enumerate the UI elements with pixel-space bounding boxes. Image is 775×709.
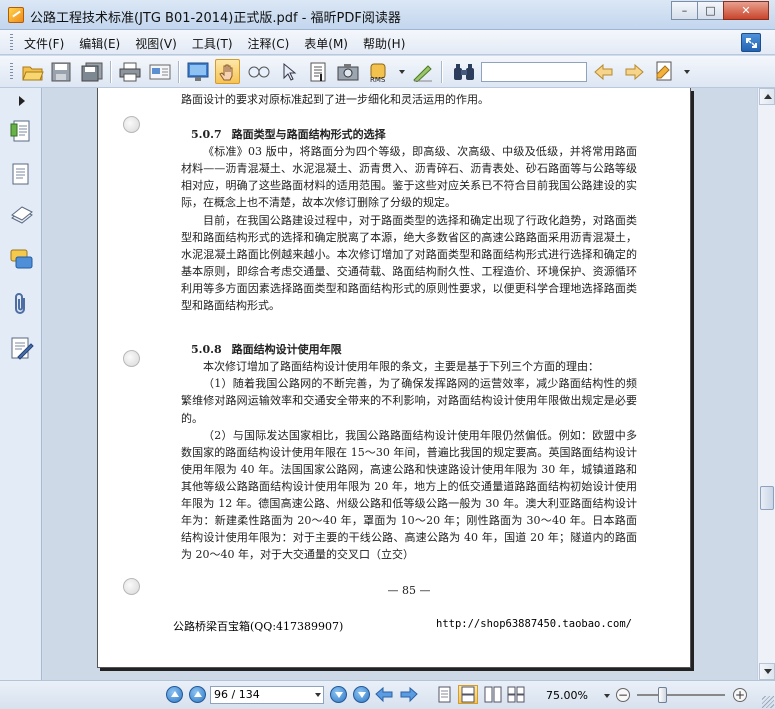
window-controls: – □ ✕: [671, 1, 769, 20]
save-icon[interactable]: [48, 59, 73, 84]
continuous-facing-icon[interactable]: [507, 686, 525, 703]
select-icon[interactable]: [276, 59, 301, 84]
rms-dropdown-arrow[interactable]: [399, 70, 405, 74]
continuous-page-icon[interactable]: [458, 685, 478, 704]
single-page-icon[interactable]: [437, 686, 454, 703]
signatures-icon[interactable]: [10, 336, 34, 360]
paragraph: 《标准》03 版中，将路面分为四个等级，即高级、次高级、中级及低级，并将常用路面…: [181, 145, 637, 210]
page-dropdown-icon[interactable]: [315, 693, 321, 697]
highlight-icon[interactable]: [652, 59, 677, 84]
snapshot-icon[interactable]: [335, 59, 360, 84]
paragraph: 本次修订增加了路面结构设计使用年限的条文，主要是基于下列三个方面的理由：: [203, 360, 599, 374]
comments-icon[interactable]: [10, 248, 34, 272]
menu-grip-handle[interactable]: [10, 34, 13, 51]
resize-grip[interactable]: [762, 696, 774, 708]
section-number: 5.0.7: [191, 128, 222, 142]
footer-url: http://shop63887450.taobao.com/: [436, 618, 632, 630]
section-number: 5.0.8: [191, 343, 222, 357]
open-icon[interactable]: [20, 59, 45, 84]
menu-help[interactable]: 帮助(H): [363, 35, 405, 52]
expand-panel-icon[interactable]: [19, 96, 25, 106]
maximize-button[interactable]: □: [697, 1, 724, 20]
menu-bar: 文件(F) 编辑(E) 视图(V) 工具(T) 注释(C) 表单(M) 帮助(H…: [0, 30, 775, 55]
navigation-panel: [0, 88, 42, 680]
search-input[interactable]: [481, 62, 587, 82]
intro-line: 路面设计的要求对原标准起到了进一步细化和灵活运用的作用。: [181, 93, 489, 106]
print-icon[interactable]: [117, 59, 142, 84]
scroll-up-button[interactable]: [759, 88, 775, 105]
rms-icon[interactable]: RMS: [366, 59, 391, 84]
back-arrow-icon[interactable]: [375, 686, 393, 703]
sign-icon[interactable]: [410, 59, 435, 84]
toolbar-separator: [110, 61, 111, 83]
main-toolbar: RMS: [0, 56, 775, 88]
paragraph: 目前，在我国公路建设过程中，对于路面类型的选择和确定出现了行政化趋势，对路面类型…: [181, 213, 637, 313]
zoom-slider-thumb[interactable]: [658, 687, 668, 703]
section-title: 路面结构设计使用年限: [231, 343, 342, 357]
window-title: 公路工程技术标准(JTG B01-2014)正式版.pdf - 福昕PDF阅读器: [30, 11, 401, 26]
scroll-down-button[interactable]: [759, 663, 775, 680]
page-indicator: 96 / 134: [214, 688, 260, 701]
status-bar: 96 / 134 75.00% − +: [0, 680, 775, 709]
foxit-app-icon: [8, 7, 24, 23]
zoom-icon[interactable]: [246, 59, 271, 84]
fullscreen-icon[interactable]: [185, 59, 210, 84]
email-icon[interactable]: [147, 59, 172, 84]
binder-hole-icon: [123, 350, 140, 367]
pages-thumbnail-icon[interactable]: [10, 162, 34, 186]
last-page-icon[interactable]: [353, 686, 370, 703]
highlight-dropdown-arrow[interactable]: [684, 70, 690, 74]
menu-edit[interactable]: 编辑(E): [79, 35, 120, 52]
next-page-icon[interactable]: [330, 686, 347, 703]
binder-hole-icon: [123, 116, 140, 133]
save-all-icon[interactable]: [79, 59, 104, 84]
text-select-icon[interactable]: [305, 59, 330, 84]
scroll-thumb[interactable]: [760, 486, 774, 510]
menu-file[interactable]: 文件(F): [24, 35, 64, 52]
page-selector[interactable]: 96 / 134: [210, 686, 324, 704]
hand-icon[interactable]: [215, 59, 240, 84]
layers-icon[interactable]: [10, 205, 34, 229]
menu-list: 文件(F) 编辑(E) 视图(V) 工具(T) 注释(C) 表单(M) 帮助(H…: [24, 35, 420, 52]
section-heading: 5.0.7 路面类型与路面结构形式的选择: [191, 126, 637, 143]
first-page-icon[interactable]: [166, 686, 183, 703]
paragraph: （1）随着我国公路网的不断完善，为了确保发挥路网的运营效率，减少路面结构性的频繁…: [181, 377, 637, 425]
menu-tools[interactable]: 工具(T): [192, 35, 233, 52]
zoom-dropdown-icon[interactable]: [604, 694, 610, 698]
title-bar: 公路工程技术标准(JTG B01-2014)正式版.pdf - 福昕PDF阅读器…: [0, 0, 775, 30]
section-heading: 5.0.8 路面结构设计使用年限: [191, 341, 637, 358]
paragraph: （2）与国际发达国家相比，我国公路路面结构设计使用年限仍然偏低。例如：欧盟中多数…: [181, 428, 637, 562]
restore-view-icon[interactable]: [741, 33, 761, 52]
section-title: 路面类型与路面结构形式的选择: [231, 128, 386, 142]
page-text: 路面设计的要求对原标准起到了进一步细化和灵活运用的作用。 5.0.7 路面类型与路…: [181, 88, 637, 597]
vertical-scrollbar[interactable]: [757, 88, 775, 680]
document-viewport[interactable]: 路面设计的要求对原标准起到了进一步细化和灵活运用的作用。 5.0.7 路面类型与路…: [43, 88, 757, 680]
bookmarks-icon[interactable]: [10, 119, 34, 143]
prev-result-icon[interactable]: [591, 59, 616, 84]
footer-left-text: 公路桥梁百宝箱(QQ:417389907): [173, 620, 344, 633]
menu-view[interactable]: 视图(V): [135, 35, 177, 52]
menu-comment[interactable]: 注释(C): [248, 35, 290, 52]
attachments-icon[interactable]: [10, 292, 34, 316]
close-button[interactable]: ✕: [723, 1, 769, 20]
zoom-in-icon[interactable]: +: [733, 688, 747, 702]
find-icon[interactable]: [451, 59, 476, 84]
zoom-slider-track[interactable]: [637, 694, 725, 696]
toolbar-separator: [441, 61, 442, 83]
next-result-icon[interactable]: [621, 59, 646, 84]
zoom-out-icon[interactable]: −: [616, 688, 630, 702]
previous-page-icon[interactable]: [189, 686, 206, 703]
svg-text:RMS: RMS: [370, 76, 386, 83]
toolbar-separator: [178, 61, 179, 83]
binder-hole-icon: [123, 578, 140, 595]
menu-form[interactable]: 表单(M): [304, 35, 348, 52]
pdf-page: 路面设计的要求对原标准起到了进一步细化和灵活运用的作用。 5.0.7 路面类型与路…: [97, 88, 691, 668]
facing-page-icon[interactable]: [484, 686, 502, 703]
forward-arrow-icon[interactable]: [400, 686, 418, 703]
zoom-level[interactable]: 75.00%: [546, 689, 588, 702]
page-number: — 85 —: [387, 584, 431, 597]
toolbar-grip-handle[interactable]: [10, 63, 13, 80]
minimize-button[interactable]: –: [671, 1, 698, 20]
